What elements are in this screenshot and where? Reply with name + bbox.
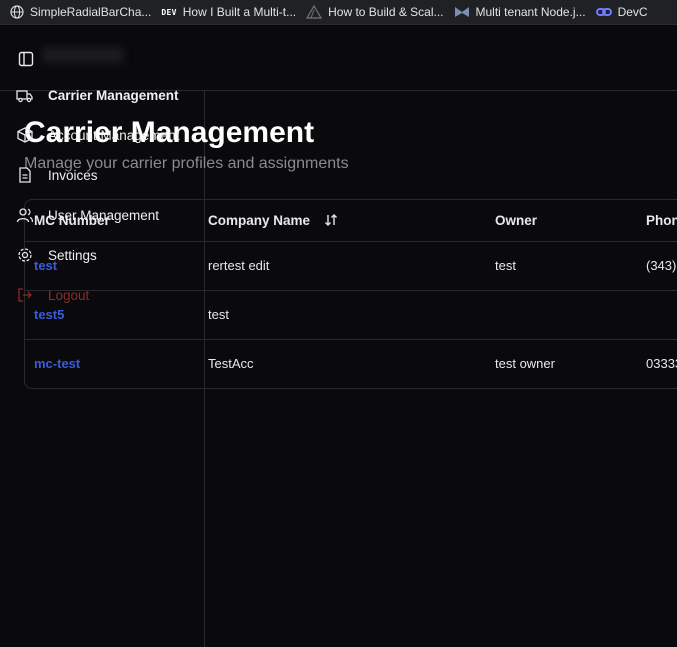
phone-number: (343) <box>646 258 677 273</box>
owner-name: test <box>495 258 516 273</box>
sidebar-item-invoices[interactable]: Invoices <box>16 166 98 184</box>
company-name: test <box>208 307 229 322</box>
users-icon <box>16 206 34 224</box>
sidebar-item-settings[interactable]: Settings <box>16 246 97 264</box>
phone-number: 03333 <box>646 356 677 371</box>
column-header-phone[interactable]: Phone <box>646 213 677 228</box>
mc-number-link[interactable]: test5 <box>34 307 64 322</box>
bookmark-item[interactable]: Multi tenant Node.j... <box>454 5 586 19</box>
carriers-table: MC Number Company Name Owner Phone test … <box>24 199 677 389</box>
table-row[interactable]: test5 test <box>25 290 677 340</box>
company-name: TestAcc <box>208 356 254 371</box>
bookmark-label: Multi tenant Node.j... <box>475 5 586 19</box>
bookmark-item[interactable]: SimpleRadialBarCha... <box>10 5 151 19</box>
bookmark-item[interactable]: DEV How I Built a Multi-t... <box>161 5 296 19</box>
logout-icon <box>16 286 34 304</box>
bookmark-label: SimpleRadialBarCha... <box>30 5 152 19</box>
sidebar-item-user-management[interactable]: User Management <box>16 206 159 224</box>
bookmark-item[interactable]: How to Build & Scal... <box>306 5 444 19</box>
link-icon <box>595 5 612 19</box>
globe-icon <box>10 5 24 19</box>
column-header-owner[interactable]: Owner <box>495 213 537 228</box>
tenant-icon <box>454 5 470 19</box>
bookmark-label: DevC <box>617 5 648 19</box>
column-header-company[interactable]: Company Name <box>208 213 338 230</box>
gear-icon <box>16 246 34 264</box>
sidebar-item-carrier-management[interactable]: Carrier Management <box>16 86 179 104</box>
sidebar-item-logout[interactable]: Logout <box>16 286 89 304</box>
sidebar-item-label: Logout <box>48 287 90 303</box>
owner-name: test owner <box>495 356 555 371</box>
sidebar-item-account-management[interactable]: Account Management <box>16 126 179 144</box>
table-row[interactable]: test rertest edit test (343) <box>25 241 677 291</box>
mc-number-link[interactable]: mc-test <box>34 356 80 371</box>
sidebar-item-label: Carrier Management <box>48 87 179 103</box>
column-header-company-label: Company Name <box>208 213 311 229</box>
table-row[interactable]: mc-test TestAcc test owner 03333 <box>25 339 677 388</box>
sidebar-item-label: Account Management <box>48 127 180 143</box>
bookmark-item[interactable]: DevC <box>595 5 648 19</box>
sidebar-item-label: Settings <box>48 247 97 263</box>
document-icon <box>16 166 34 184</box>
sidebar-item-label: Invoices <box>48 167 98 183</box>
sort-icon[interactable] <box>324 213 338 230</box>
truck-icon <box>16 86 34 104</box>
sidebar-item-label: User Management <box>48 207 160 223</box>
bookmark-label: How I Built a Multi-t... <box>182 5 297 19</box>
brand-placeholder <box>42 47 124 63</box>
box-icon <box>16 126 34 144</box>
triangle-icon <box>306 5 323 19</box>
sidebar-toggle-icon[interactable] <box>18 51 34 67</box>
company-name: rertest edit <box>208 258 270 273</box>
dev-icon: DEV <box>161 7 177 17</box>
bookmarks-bar: SimpleRadialBarCha... DEV How I Built a … <box>0 0 677 25</box>
bookmark-label: How to Build & Scal... <box>328 5 444 19</box>
